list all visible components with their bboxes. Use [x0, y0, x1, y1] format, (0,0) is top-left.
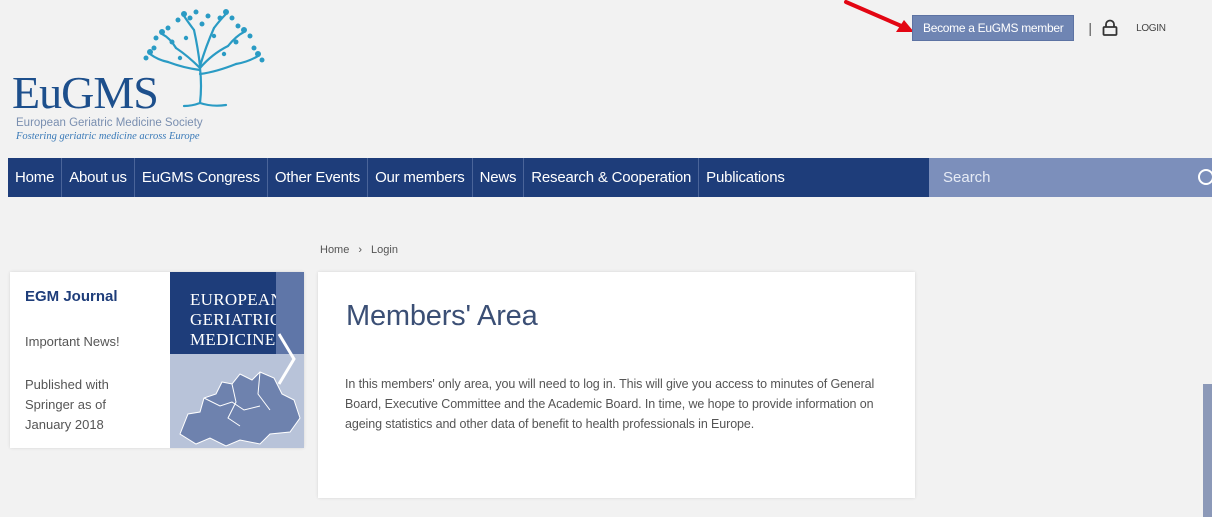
become-member-button[interactable]: Become a EuGMS member: [912, 15, 1075, 41]
lock-icon[interactable]: [1101, 19, 1119, 37]
card-title[interactable]: EGM Journal: [25, 288, 118, 305]
nav-item-our-members[interactable]: Our members: [368, 158, 473, 197]
members-area-description: In this members' only area, you will nee…: [345, 377, 875, 431]
breadcrumb-home[interactable]: Home: [320, 244, 349, 256]
page-title: Members' Area: [346, 300, 538, 332]
nav-item-other-events[interactable]: Other Events: [268, 158, 369, 197]
breadcrumb: Home › Login: [320, 244, 398, 256]
search-icon[interactable]: [1197, 168, 1212, 188]
header: EuGMS European Geriatric Medicine Societ…: [0, 0, 1212, 157]
cover-line-1: EUROPEAN: [190, 290, 284, 309]
scrollbar[interactable]: [1203, 384, 1212, 517]
nav-item-eugms-congress[interactable]: EuGMS Congress: [135, 158, 268, 197]
chevron-right-icon: ›: [358, 244, 363, 256]
top-bar: Become a EuGMS member | LOGIN: [912, 15, 1166, 41]
chevron-right-icon[interactable]: [276, 330, 298, 388]
topbar-divider: |: [1088, 20, 1093, 36]
login-link[interactable]: LOGIN: [1136, 23, 1166, 34]
nav-item-news[interactable]: News: [473, 158, 525, 197]
nav-item-publications[interactable]: Publications: [699, 158, 791, 197]
nav-item-about-us[interactable]: About us: [62, 158, 135, 197]
cover-line-3: MEDICINE: [190, 330, 276, 349]
eugms-logo[interactable]: EuGMS European Geriatric Medicine Societ…: [12, 8, 272, 148]
search-input[interactable]: [929, 169, 1169, 186]
red-arrow-annotation-icon: [844, 0, 914, 32]
card-published-text: Published with Springer as of January 20…: [25, 377, 109, 432]
egm-journal-card: EGM Journal Important News! Published wi…: [10, 272, 304, 448]
main-nav: Home About us EuGMS Congress Other Event…: [8, 158, 1212, 197]
tree-logo-icon: [143, 9, 265, 108]
logo-name: EuGMS: [12, 67, 159, 118]
breadcrumb-current: Login: [371, 244, 398, 256]
members-area-panel: Members' Area In this members' only area…: [318, 272, 915, 498]
logo-tagline: Fostering geriatric medicine across Euro…: [16, 131, 200, 142]
logo-subtitle: European Geriatric Medicine Society: [16, 117, 203, 129]
card-news[interactable]: Important News!: [25, 334, 120, 349]
nav-item-home[interactable]: Home: [8, 158, 63, 197]
cover-title: EUROPEAN GERIATRIC MEDICINE: [170, 272, 284, 354]
journal-cover-image[interactable]: EUROPEAN GERIATRIC MEDICINE: [170, 272, 304, 448]
nav-item-research-cooperation[interactable]: Research & Cooperation: [524, 158, 700, 197]
search-box: [929, 158, 1212, 197]
cover-line-2: GERIATRIC: [190, 310, 282, 329]
